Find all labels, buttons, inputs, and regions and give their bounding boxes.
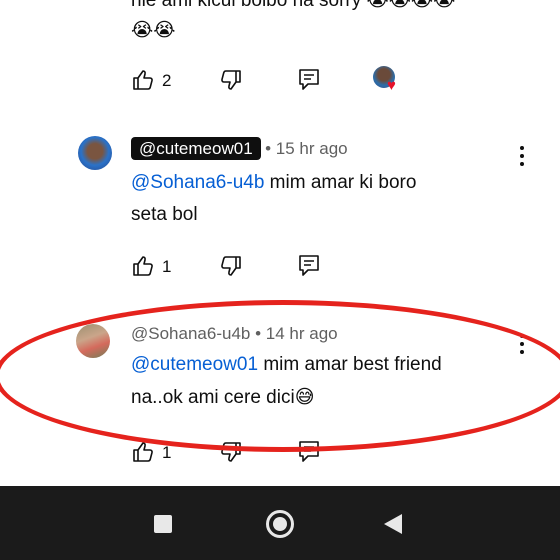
- comment-text-line: mim amar best friend: [263, 354, 442, 375]
- heart-icon: ♥: [387, 77, 396, 94]
- mention-link[interactable]: @cutemeow01: [131, 354, 258, 375]
- thumbs-down-icon: [221, 256, 241, 276]
- reply-icon: [299, 69, 319, 90]
- thumbs-up-icon: [133, 70, 153, 90]
- emoji: 😭😭😭😭: [366, 0, 456, 11]
- navigation-bar: [0, 486, 560, 560]
- circle-icon[interactable]: [266, 510, 294, 538]
- comment-text-line: seta bol: [131, 204, 198, 225]
- comment-text-line: nie ami kicui bolbo na sorry: [131, 0, 362, 11]
- triangle-back-icon[interactable]: [384, 514, 402, 534]
- thumbs-down-icon: [221, 442, 241, 462]
- reply-icon: [299, 255, 319, 276]
- comment-header: @Sohana6-u4b • 14 hr ago: [131, 324, 338, 344]
- reply-button[interactable]: [298, 440, 320, 464]
- thumbs-down-icon: [221, 70, 241, 90]
- comment-text: nie ami kicui bolbo na sorry 😭😭😭😭: [131, 0, 455, 17]
- reply-button[interactable]: [298, 68, 320, 92]
- more-options-button[interactable]: [519, 146, 525, 170]
- thumbs-up-icon: [133, 442, 153, 462]
- emoji: 😅: [294, 386, 315, 408]
- dislike-button[interactable]: [219, 68, 243, 92]
- square-icon[interactable]: [154, 515, 172, 533]
- comment-header: @cutemeow01 • 15 hr ago: [131, 137, 348, 160]
- reply-button[interactable]: [298, 254, 320, 278]
- avatar[interactable]: [78, 136, 112, 170]
- avatar[interactable]: [76, 324, 110, 358]
- mention-link[interactable]: @Sohana6-u4b: [131, 172, 264, 193]
- comment-text: @Sohana6-u4b mim amar ki boro: [131, 167, 416, 199]
- like-count: 1: [162, 257, 172, 276]
- comment-text-line: mim amar ki boro: [269, 172, 417, 193]
- reply-icon: [299, 441, 319, 462]
- like-button[interactable]: [131, 68, 155, 92]
- dislike-button[interactable]: [219, 440, 243, 464]
- comment-text-line: na..ok ami cere dici: [131, 387, 295, 408]
- timestamp: • 14 hr ago: [255, 324, 338, 343]
- channel-handle[interactable]: @Sohana6-u4b: [131, 324, 250, 343]
- like-count: 2: [162, 71, 172, 90]
- like-count: 1: [162, 443, 172, 462]
- comment-text: na..ok ami cere dici😅: [131, 381, 315, 414]
- like-button[interactable]: [131, 254, 155, 278]
- comment-text: @cutemeow01 mim amar best friend: [131, 349, 442, 381]
- timestamp: • 15 hr ago: [265, 139, 348, 158]
- like-button[interactable]: [131, 440, 155, 464]
- dislike-button[interactable]: [219, 254, 243, 278]
- creator-heart: ♥: [373, 66, 403, 96]
- channel-handle[interactable]: @cutemeow01: [131, 137, 261, 160]
- emoji: 😭😭: [131, 19, 176, 41]
- thumbs-up-icon: [133, 256, 153, 276]
- more-options-button[interactable]: [519, 334, 525, 358]
